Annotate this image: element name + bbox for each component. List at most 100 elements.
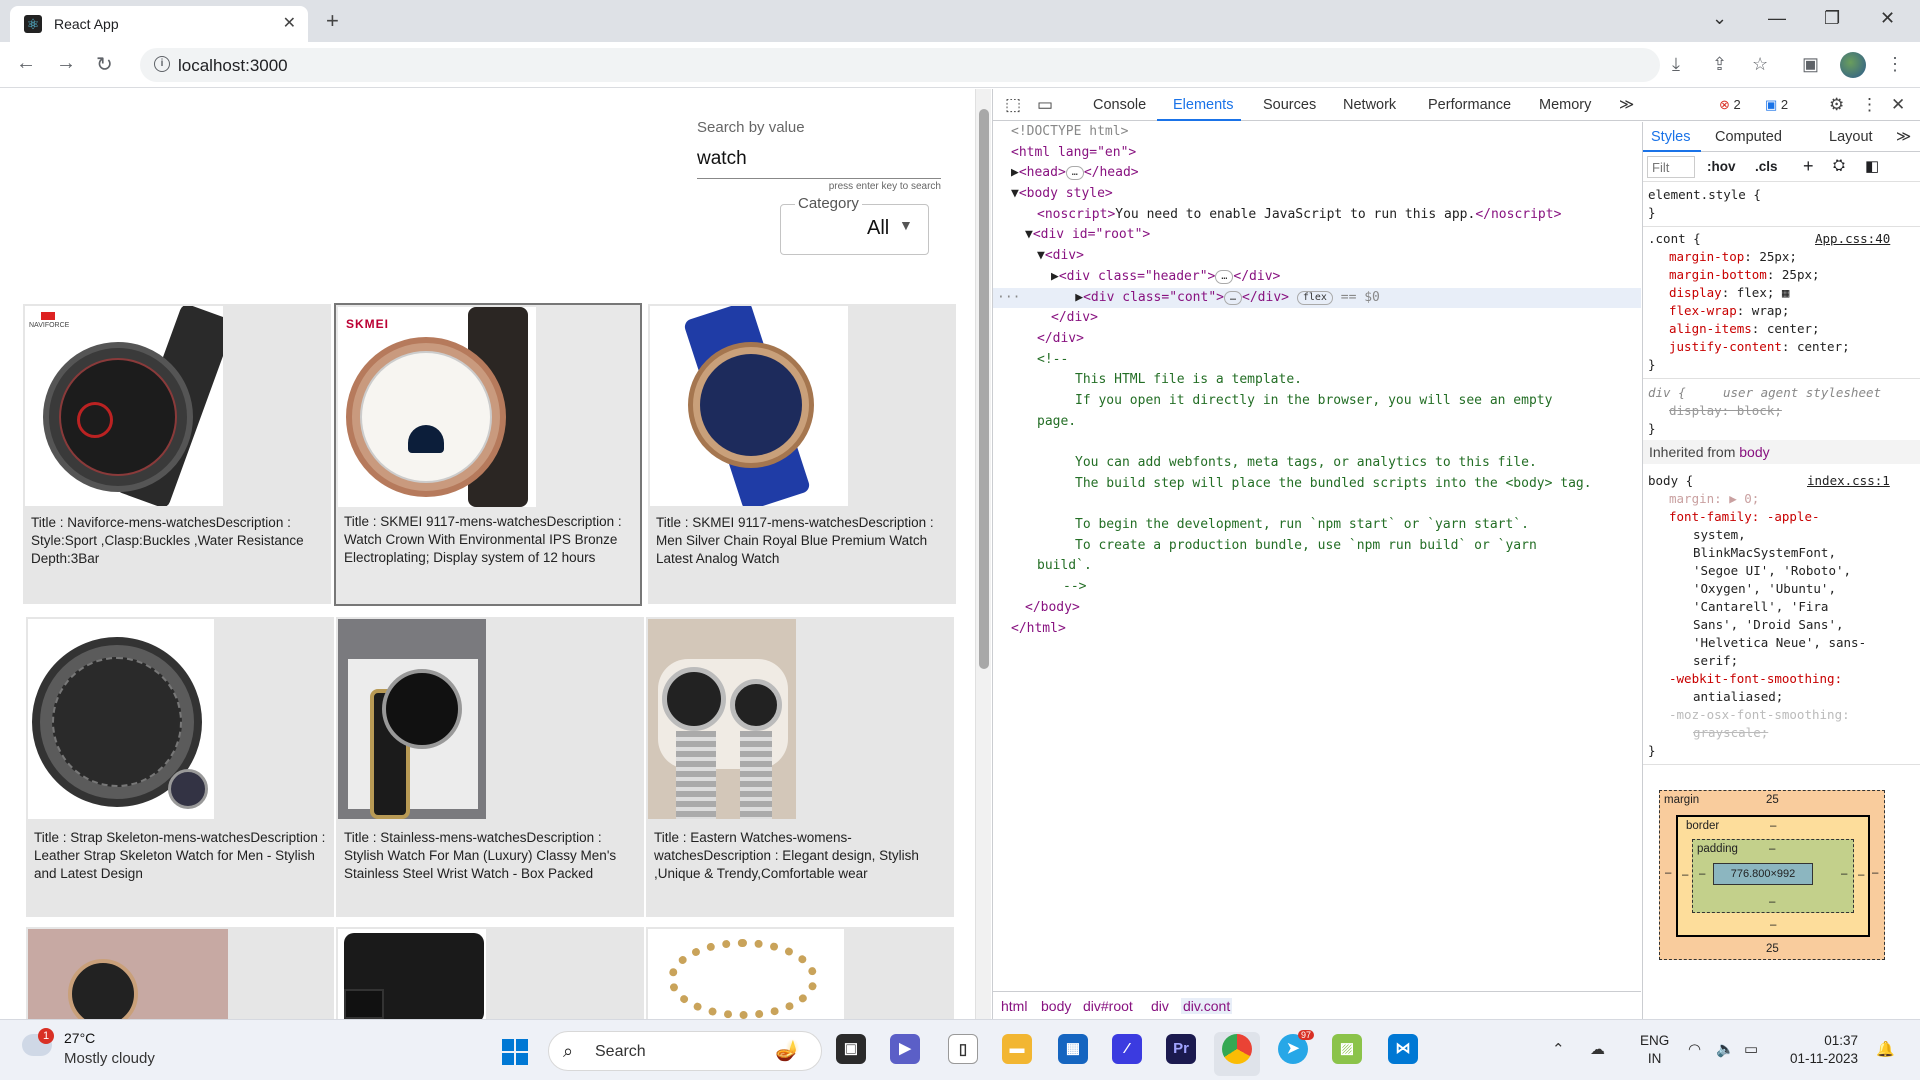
margin-left-value[interactable]: – (1665, 867, 1671, 879)
dom-line-selected[interactable]: ··· ▶<div class="cont">… </div> flex == $… (993, 287, 1641, 309)
product-image[interactable]: SKMEI (338, 307, 536, 507)
body-selector[interactable]: body { (1648, 472, 1693, 490)
more-style-tabs-icon[interactable]: ≫ (1896, 129, 1911, 145)
dom-line[interactable]: <noscript>You need to enable JavaScript … (993, 205, 1641, 226)
box-border[interactable]: border – – – – padding – – – – 776.800×9… (1676, 815, 1870, 937)
url-text[interactable]: localhost:3000 (178, 56, 288, 76)
product-image[interactable] (338, 929, 486, 1019)
page-scrollbar[interactable] (975, 89, 991, 1019)
address-bar[interactable]: i localhost:3000 (140, 48, 1660, 82)
collapse-arrow-icon[interactable]: ▼ (1037, 248, 1045, 263)
product-card[interactable]: Title : Stainless-mens-watchesDescriptio… (336, 617, 644, 917)
product-card[interactable]: Title : Eastern Watches-womens-watchesDe… (646, 617, 954, 917)
dom-line[interactable]: ▼<div id="root"> (993, 225, 1641, 246)
install-icon[interactable]: ⤓ (1672, 54, 1680, 75)
notification-bell-icon[interactable]: 🔔 (1876, 1040, 1895, 1058)
row-actions-icon[interactable]: ··· (997, 290, 1020, 305)
product-card[interactable]: Title : Strap Skeleton-mens-watchesDescr… (26, 617, 334, 917)
collapsed-ellipsis[interactable]: … (1224, 290, 1243, 305)
category-select[interactable]: Category All ▼ (780, 195, 929, 255)
notepad-icon[interactable]: ▯ (948, 1034, 978, 1064)
padding-bottom-value[interactable]: – (1769, 896, 1775, 908)
comment-line[interactable] (993, 494, 1641, 515)
product-image[interactable] (650, 306, 848, 506)
flex-badge[interactable]: flex (1296, 290, 1333, 305)
css-prop[interactable]: flex-wrap: wrap; (1669, 302, 1789, 320)
new-tab-icon[interactable]: + (326, 8, 339, 34)
crumb-body[interactable]: body (1041, 998, 1071, 1014)
chrome-icon[interactable] (1222, 1034, 1252, 1064)
collapse-arrow-icon[interactable]: ▼ (1025, 227, 1033, 242)
reload-icon[interactable]: ↻ (96, 52, 113, 77)
overridden-prop[interactable]: display: block; (1669, 402, 1782, 420)
show-hidden-icons-icon[interactable]: ⌃ (1552, 1040, 1565, 1058)
css-prop[interactable]: justify-content: center; (1669, 338, 1850, 356)
tab-layout[interactable]: Layout (1829, 129, 1873, 145)
close-window-icon[interactable]: ✕ (1880, 8, 1895, 29)
image-viewer-icon[interactable]: ▨ (1332, 1034, 1362, 1064)
box-padding[interactable]: padding – – – – 776.800×992 (1692, 839, 1854, 913)
paint-brush-icon[interactable]: ⛭ (1833, 157, 1845, 174)
dom-line[interactable]: </body> (993, 598, 1641, 619)
search-input[interactable]: watch (697, 148, 941, 179)
windows-start-icon[interactable] (502, 1039, 528, 1065)
expand-arrow-icon[interactable]: ▶ (1051, 269, 1059, 284)
clock[interactable]: 01:37 01-11-2023 (1786, 1032, 1858, 1068)
product-card[interactable] (646, 927, 954, 1019)
back-icon[interactable]: ← (16, 52, 36, 75)
dom-line[interactable]: ▶<div class="header">… </div> (993, 267, 1641, 288)
teams-chat-icon[interactable]: ▶ (890, 1034, 920, 1064)
task-view-icon[interactable]: ▣ (836, 1034, 866, 1064)
div-selector[interactable]: div { (1648, 384, 1686, 402)
tab-memory[interactable]: Memory (1539, 97, 1591, 113)
collapsed-ellipsis[interactable]: … (1215, 269, 1234, 284)
share-icon[interactable]: ⇪ (1712, 54, 1727, 75)
product-card[interactable]: NAVIFORCE Title : Naviforce-mens-watches… (23, 304, 331, 604)
dom-line[interactable]: ▶<head>… </head> (993, 163, 1641, 184)
side-panel-icon[interactable]: ▣ (1802, 54, 1819, 75)
product-image[interactable] (28, 619, 214, 819)
expand-arrow-icon[interactable]: ▶ (1011, 165, 1019, 180)
comment-line[interactable]: <!-- (993, 350, 1641, 371)
error-badge[interactable]: ⊗ 2 (1719, 97, 1741, 113)
tab-styles[interactable]: Styles (1651, 129, 1691, 145)
pen-app-icon[interactable]: ⁄ (1112, 1034, 1142, 1064)
scrollbar-thumb[interactable] (979, 109, 989, 669)
dom-line[interactable]: </div> (993, 308, 1641, 329)
css-prop[interactable]: margin-top: 25px; (1669, 248, 1797, 266)
padding-left-value[interactable]: – (1699, 868, 1705, 880)
temperature[interactable]: 27°C (64, 1030, 95, 1046)
dom-line[interactable]: <html lang="en"> (993, 143, 1641, 164)
flexbox-editor-icon[interactable]: ▦ (1782, 285, 1790, 300)
new-rule-icon[interactable]: + (1803, 156, 1814, 177)
product-image[interactable] (28, 929, 228, 1019)
comment-line[interactable]: To begin the development, run `npm start… (993, 515, 1641, 536)
bookmark-star-icon[interactable]: ☆ (1752, 54, 1768, 75)
comment-line[interactable]: --> (993, 577, 1641, 598)
border-left-value[interactable]: – (1682, 869, 1688, 881)
crumb-div[interactable]: div (1151, 998, 1169, 1014)
settings-gear-icon[interactable]: ⚙ (1829, 95, 1844, 115)
margin-bottom-value[interactable]: 25 (1766, 943, 1779, 955)
dom-line[interactable]: ▼<div> (993, 246, 1641, 267)
comment-line[interactable]: You can add webfonts, meta tags, or anal… (993, 453, 1641, 474)
crumb-root[interactable]: div#root (1083, 998, 1133, 1014)
dom-line[interactable]: <!DOCTYPE html> (993, 122, 1641, 143)
cont-source-link[interactable]: App.css:40 (1815, 230, 1890, 248)
profile-avatar[interactable] (1840, 52, 1866, 78)
cont-selector[interactable]: .cont { (1648, 230, 1701, 248)
devtools-menu-icon[interactable]: ⋮ (1861, 95, 1878, 115)
comment-line[interactable]: To create a production bundle, use `npm … (993, 536, 1641, 557)
margin-prop[interactable]: margin: ▶ 0; (1669, 490, 1759, 508)
collapsed-ellipsis[interactable]: … (1065, 166, 1084, 181)
battery-icon[interactable]: ▭ (1744, 1040, 1758, 1058)
minimize-icon[interactable]: — (1768, 8, 1786, 29)
body-source-link[interactable]: index.css:1 (1807, 472, 1890, 490)
tab-elements[interactable]: Elements (1173, 97, 1233, 113)
toggle-sidebar-icon[interactable]: ◧ (1865, 157, 1879, 175)
message-badge[interactable]: ▣ 2 (1765, 97, 1788, 113)
premiere-pro-icon[interactable]: Pr (1166, 1034, 1196, 1064)
forward-icon[interactable]: → (56, 52, 76, 75)
dom-line[interactable]: </html> (993, 619, 1641, 640)
weather-condition[interactable]: Mostly cloudy (64, 1050, 155, 1067)
